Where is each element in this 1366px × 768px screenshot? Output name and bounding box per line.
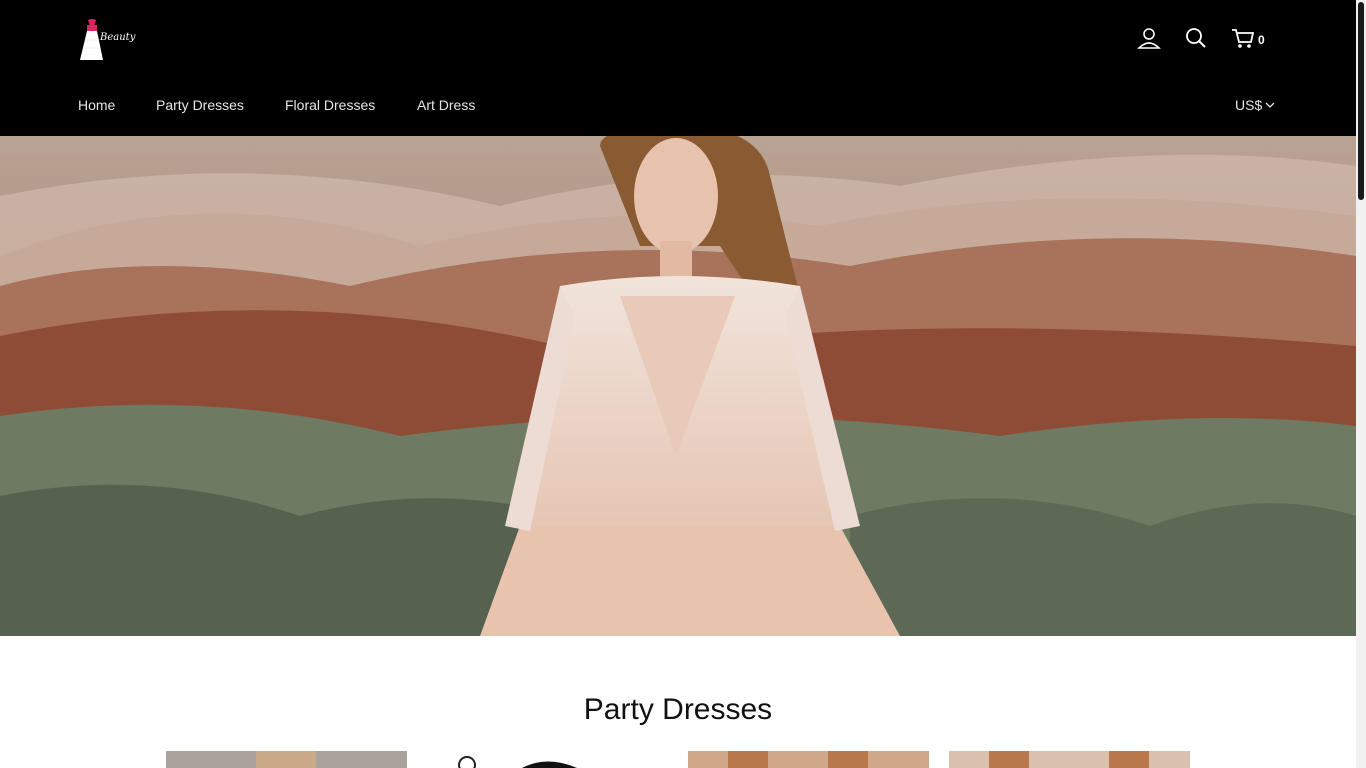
account-icon[interactable] xyxy=(1137,26,1161,50)
page-scrollbar[interactable] xyxy=(1356,0,1366,768)
product-image xyxy=(256,751,316,768)
nav-art-dress[interactable]: Art Dress xyxy=(417,97,475,113)
cart-count[interactable]: 0 xyxy=(1258,33,1265,47)
product-card-1[interactable] xyxy=(166,751,407,768)
product-image xyxy=(458,756,577,768)
hero-image xyxy=(0,136,1356,636)
currency-label: US$ xyxy=(1235,97,1263,113)
logo[interactable]: Beauty xyxy=(78,18,138,62)
product-card-2[interactable] xyxy=(427,751,668,768)
nav-home[interactable]: Home xyxy=(78,97,115,113)
cart-icon[interactable] xyxy=(1231,26,1255,50)
hero-banner[interactable] xyxy=(0,136,1356,636)
site-header: Beauty 0 Home Party Dresses Floral Dress… xyxy=(0,0,1356,136)
product-card-3[interactable] xyxy=(688,751,929,768)
nav-party-dresses[interactable]: Party Dresses xyxy=(156,97,244,113)
product-card-4[interactable] xyxy=(949,751,1190,768)
nav-floral-dresses[interactable]: Floral Dresses xyxy=(285,97,375,113)
product-image xyxy=(989,751,1029,768)
currency-selector[interactable]: US$ xyxy=(1235,97,1275,113)
section-title-party-dresses: Party Dresses xyxy=(583,693,773,726)
search-icon[interactable] xyxy=(1184,26,1208,50)
scrollbar-thumb[interactable] xyxy=(1358,2,1364,200)
logo-text: Beauty xyxy=(100,32,136,43)
chevron-down-icon xyxy=(1265,102,1275,108)
product-image xyxy=(728,751,768,768)
